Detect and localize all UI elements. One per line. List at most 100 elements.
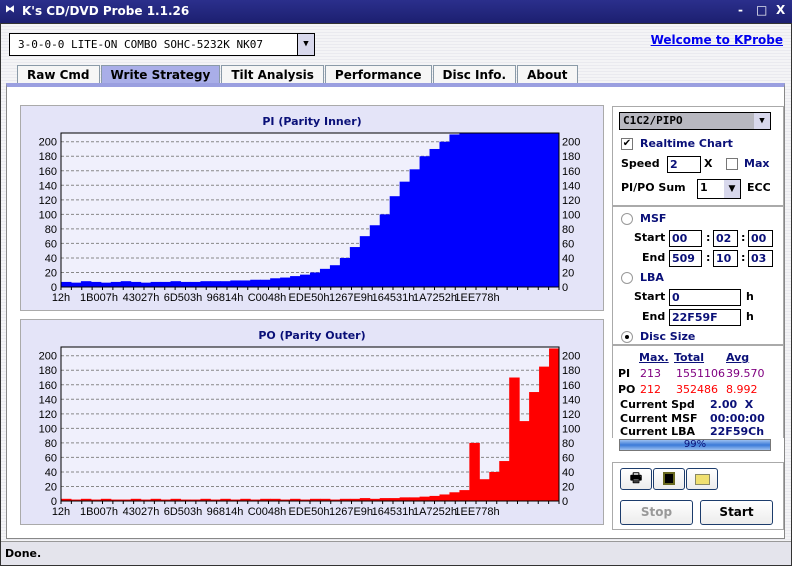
maximize-button[interactable]: □ — [756, 3, 767, 17]
msf-end-frame[interactable]: 03 — [748, 250, 773, 267]
bar — [519, 421, 530, 501]
hex-suffix: h — [746, 290, 754, 303]
y-tick-label-right: 80 — [562, 224, 574, 236]
msf-start-frame[interactable]: 00 — [748, 230, 773, 247]
tab-disc-info[interactable]: Disc Info. — [432, 65, 517, 84]
start-button[interactable]: Start — [700, 500, 773, 525]
y-tick-label-left: 100 — [39, 423, 57, 435]
x-tick-label: 1267E9h — [329, 292, 373, 304]
stop-button[interactable]: Stop — [620, 500, 693, 525]
bar — [439, 141, 450, 287]
y-tick-label-right: 200 — [562, 351, 580, 363]
total-header: Total — [674, 351, 705, 364]
status-bar: Done. — [1, 541, 791, 565]
y-tick-label-left: 140 — [39, 180, 57, 192]
lba-start-input[interactable]: 0 — [669, 289, 741, 306]
pi-avg: 39.570 — [726, 367, 765, 380]
y-tick-label-right: 20 — [562, 267, 574, 279]
title-bar: ⧓ K's CD/DVD Probe 1.1.26 - □ X — [0, 0, 792, 23]
msf-end-min[interactable]: 509 — [669, 250, 702, 267]
msf-start-label: Start — [634, 231, 666, 244]
msf-end-sec[interactable]: 10 — [713, 250, 738, 267]
mode-value: C1C2/PIPO — [623, 114, 683, 127]
bar — [439, 494, 450, 501]
y-tick-label-left: 120 — [39, 409, 57, 421]
speed-input[interactable]: 2 — [667, 156, 701, 173]
folder-icon[interactable] — [686, 468, 718, 490]
speed-label: Speed — [621, 157, 660, 170]
floppy-icon[interactable] — [653, 468, 685, 490]
ecc-label: ECC — [747, 181, 771, 194]
x-tick-label: 6D503h — [164, 506, 203, 518]
chevron-down-icon[interactable]: ▼ — [724, 180, 740, 198]
colon: : — [706, 231, 711, 244]
disc-size-radio[interactable] — [621, 331, 633, 343]
y-tick-label-right: 20 — [562, 481, 574, 493]
tab-performance[interactable]: Performance — [324, 65, 432, 84]
actions-group: 🖶 Stop Start — [612, 462, 784, 530]
welcome-link[interactable]: Welcome to KProbe — [651, 33, 783, 47]
y-tick-label-left: 200 — [39, 351, 57, 363]
pipo-sum-select[interactable]: 1 ▼ — [697, 179, 741, 199]
printer-icon[interactable]: 🖶 — [620, 468, 652, 490]
chevron-down-icon[interactable]: ▼ — [297, 34, 314, 55]
minimize-button[interactable]: - — [738, 3, 743, 17]
y-tick-label-right: 80 — [562, 438, 574, 450]
bar — [459, 133, 470, 287]
tab-about[interactable]: About — [517, 65, 578, 84]
content-panel: PI (Parity Inner) 0 0 20 20 40 40 60 60 80 80 100 1… — [6, 83, 785, 539]
x-tick-label: 1A7252h — [413, 292, 457, 304]
disc-size-label: Disc Size — [640, 330, 696, 343]
bar — [499, 133, 510, 287]
msf-start-min[interactable]: 00 — [669, 230, 702, 247]
x-tick-label: 12h — [52, 292, 70, 304]
bar — [529, 133, 540, 287]
realtime-chart-checkbox[interactable]: ✔ — [621, 138, 633, 150]
bar — [329, 265, 341, 287]
current-spd-label: Current Spd — [620, 398, 695, 411]
lba-radio[interactable] — [621, 272, 633, 284]
bar — [319, 268, 331, 287]
y-tick-label-right: 60 — [562, 238, 574, 250]
lba-end-input[interactable]: 22F59F — [669, 309, 741, 326]
bar — [399, 181, 411, 287]
x-tick-label: 1267E9h — [329, 506, 373, 518]
bar — [529, 392, 540, 501]
x-tick-label: 164531h — [372, 292, 415, 304]
y-tick-label-left: 120 — [39, 195, 57, 207]
bar — [419, 496, 431, 501]
y-tick-label-right: 160 — [562, 166, 580, 178]
bar — [489, 133, 500, 287]
po-avg: 8.992 — [726, 383, 758, 396]
msf-start-sec[interactable]: 02 — [713, 230, 738, 247]
y-tick-label-right: 60 — [562, 452, 574, 464]
y-tick-label-right: 180 — [562, 151, 580, 163]
bar — [200, 281, 211, 287]
mode-select[interactable]: C1C2/PIPO ▼ — [619, 112, 771, 130]
bar — [190, 281, 201, 287]
drive-select[interactable]: 3-0-0-0 LITE-ON COMBO SOHC-5232K NK07 ▼ — [9, 33, 315, 56]
current-spd-value: 2.00 X — [710, 398, 754, 411]
max-checkbox[interactable] — [726, 158, 738, 170]
y-tick-label-left: 60 — [45, 238, 57, 250]
stats-group: Max. Total Avg PI 213 1551106 39.570 PO … — [612, 345, 784, 438]
x-tick-label: 43027h — [123, 292, 160, 304]
bar — [379, 214, 391, 287]
x-tick-label: 1A7252h — [413, 506, 457, 518]
bar — [399, 497, 411, 501]
x-tick-label: C0048h — [248, 292, 287, 304]
bar — [449, 134, 460, 287]
tab-raw-cmd[interactable]: Raw Cmd — [17, 65, 100, 84]
bar — [429, 148, 440, 287]
msf-radio[interactable] — [621, 213, 633, 225]
speed-unit: X — [704, 157, 713, 170]
bar — [120, 281, 132, 287]
bar — [160, 281, 172, 287]
tab-tilt-analysis[interactable]: Tilt Analysis — [221, 65, 324, 84]
hex-suffix: h — [746, 310, 754, 323]
bar — [70, 282, 82, 287]
y-tick-label-left: 60 — [45, 452, 57, 464]
chevron-down-icon[interactable]: ▼ — [754, 113, 770, 129]
close-button[interactable]: X — [776, 3, 785, 17]
x-tick-label: 1B007h — [80, 506, 118, 518]
